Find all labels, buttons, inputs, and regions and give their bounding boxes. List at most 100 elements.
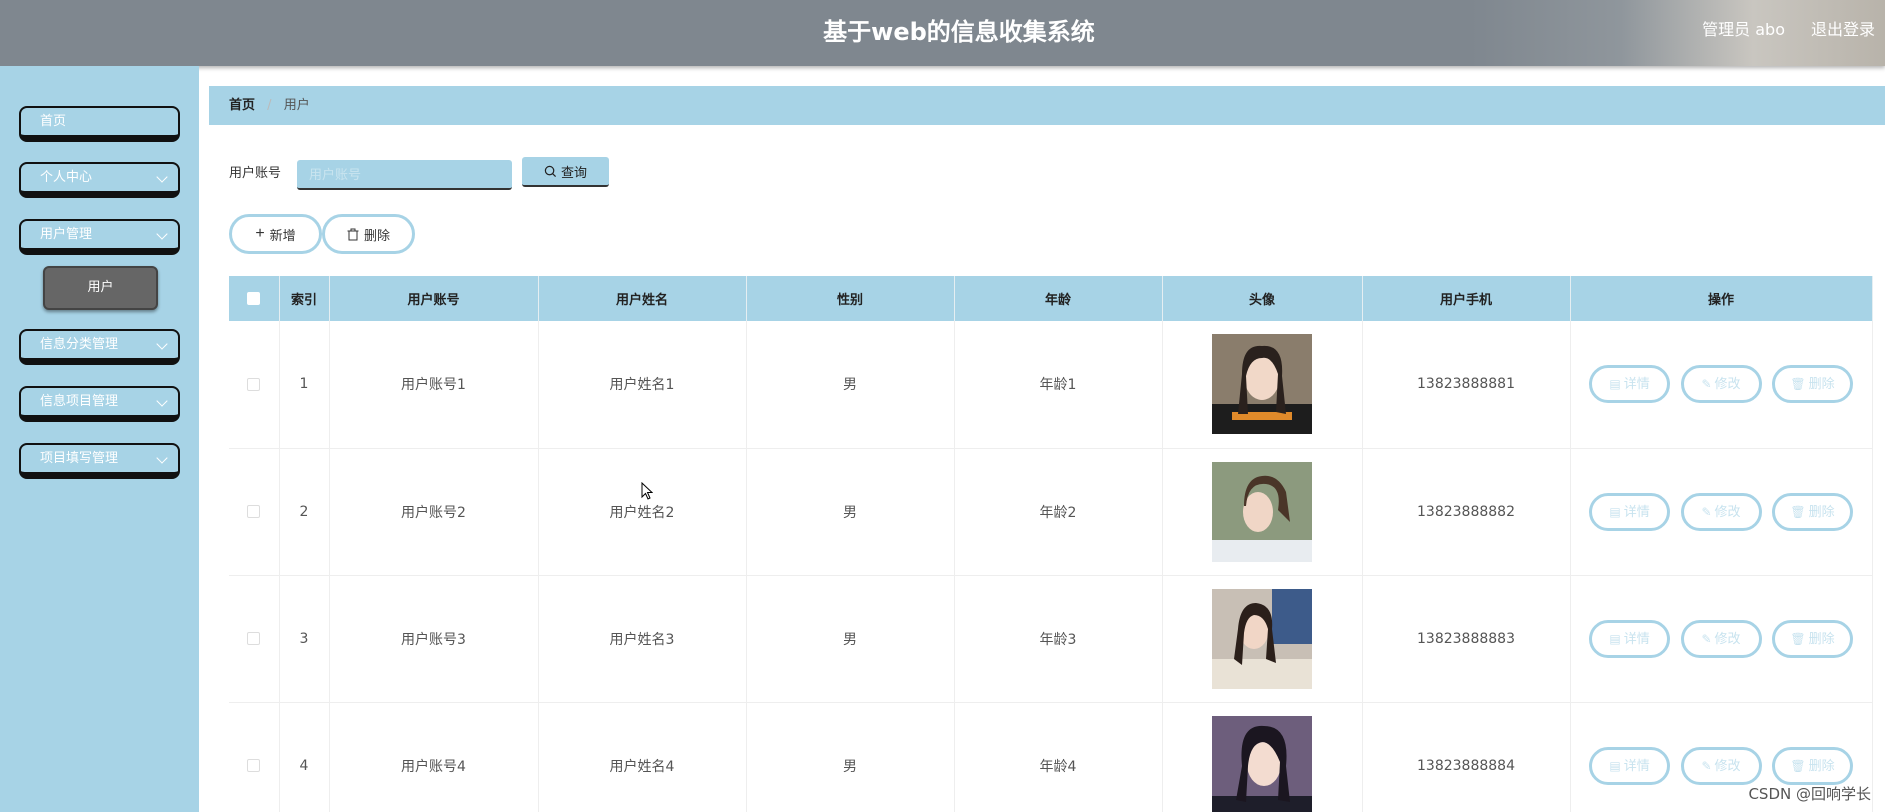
delete-label: 删除 bbox=[1808, 758, 1835, 774]
add-button-label: 新增 bbox=[269, 227, 296, 243]
sidebar-item-info-project[interactable]: 信息项目管理 bbox=[19, 386, 180, 422]
column-header: 索引 bbox=[279, 276, 330, 321]
cell-name: 用户姓名2 bbox=[538, 448, 747, 576]
cell-account: 用户账号3 bbox=[329, 575, 539, 703]
avatar-image bbox=[1212, 715, 1312, 812]
cell-age: 年龄3 bbox=[954, 575, 1163, 703]
trash-icon: 🗑 bbox=[1790, 377, 1806, 392]
edit-label: 修改 bbox=[1714, 758, 1741, 774]
chevron-down-icon bbox=[156, 452, 168, 464]
sidebar-item-label: 首页 bbox=[40, 114, 67, 129]
sidebar-item-info-category[interactable]: 信息分类管理 bbox=[19, 329, 180, 365]
pencil-icon: ✎ bbox=[1701, 758, 1712, 773]
watermark: CSDN @回响学长 bbox=[1748, 785, 1871, 803]
document-icon: ▤ bbox=[1609, 377, 1621, 392]
search-button-label: 查询 bbox=[560, 164, 587, 180]
breadcrumb: 首页 / 用户 bbox=[209, 86, 1885, 125]
row-checkbox[interactable] bbox=[247, 377, 261, 391]
document-icon: ▤ bbox=[1609, 758, 1621, 773]
search-button[interactable]: 查询 bbox=[522, 157, 609, 187]
cell-age: 年龄4 bbox=[954, 702, 1163, 812]
sidebar: 首页 个人中心 用户管理 用户 信息分类管理 信息项目管理 项目填写管理 bbox=[0, 66, 199, 812]
sidebar-subitem-user[interactable]: 用户 bbox=[43, 266, 158, 310]
search-input[interactable] bbox=[297, 160, 512, 190]
avatar-image bbox=[1212, 588, 1312, 689]
row-checkbox[interactable] bbox=[247, 632, 261, 645]
edit-button[interactable]: ✎ 修改 bbox=[1680, 365, 1762, 404]
document-icon: ▤ bbox=[1609, 504, 1621, 519]
document-icon: ▤ bbox=[1609, 631, 1621, 646]
bulk-delete-button[interactable]: 删除 bbox=[322, 214, 415, 254]
delete-button[interactable]: 🗑 删除 bbox=[1771, 365, 1853, 404]
cell-phone: 13823888881 bbox=[1362, 321, 1571, 449]
avatar-image bbox=[1212, 334, 1312, 435]
edit-button[interactable]: ✎ 修改 bbox=[1680, 619, 1762, 658]
sidebar-item-home[interactable]: 首页 bbox=[19, 106, 180, 142]
cell-gender: 男 bbox=[746, 321, 955, 449]
detail-button[interactable]: ▤ 详情 bbox=[1589, 492, 1671, 531]
row-checkbox[interactable] bbox=[247, 759, 261, 772]
column-header: 用户手机 bbox=[1362, 276, 1571, 321]
cell-phone: 13823888882 bbox=[1362, 448, 1571, 576]
edit-button[interactable]: ✎ 修改 bbox=[1680, 746, 1762, 785]
chevron-down-icon bbox=[156, 395, 168, 407]
cell-name: 用户姓名4 bbox=[538, 702, 747, 812]
current-user: 管理员 abo bbox=[1702, 20, 1785, 39]
trash-icon: 🗑 bbox=[1790, 504, 1806, 519]
sidebar-item-label: 信息分类管理 bbox=[40, 337, 119, 352]
detail-button[interactable]: ▤ 详情 bbox=[1589, 365, 1671, 404]
delete-button[interactable]: 🗑 删除 bbox=[1771, 492, 1853, 531]
delete-button[interactable]: 🗑 删除 bbox=[1771, 619, 1853, 658]
cell-gender: 男 bbox=[746, 448, 955, 576]
table-row: 3 用户账号3 用户姓名3 男 年龄3 13823888883 ▤ 详情 ✎ 修改 … bbox=[229, 575, 1873, 703]
column-header: 性别 bbox=[746, 276, 955, 321]
app-title: 基于web的信息收集系统 bbox=[823, 18, 1095, 46]
cell-gender: 男 bbox=[746, 575, 955, 703]
avatar-image bbox=[1212, 461, 1312, 562]
user-table: 索引 用户账号 用户姓名 性别 年龄 头像 用户手机 操作 1 用户账号1 用户… bbox=[229, 276, 1873, 812]
pencil-icon: ✎ bbox=[1701, 377, 1712, 392]
delete-label: 删除 bbox=[1808, 377, 1835, 393]
column-header: 用户账号 bbox=[329, 276, 539, 321]
select-all-checkbox[interactable] bbox=[247, 292, 261, 305]
mouse-cursor-icon bbox=[641, 482, 653, 500]
cell-account: 用户账号2 bbox=[329, 448, 539, 576]
sidebar-item-project-fill[interactable]: 项目填写管理 bbox=[19, 443, 180, 479]
chevron-down-icon bbox=[156, 171, 168, 183]
trash-icon: 🗑 bbox=[1790, 758, 1806, 773]
detail-label: 详情 bbox=[1623, 504, 1650, 520]
bulk-delete-label: 删除 bbox=[363, 227, 390, 243]
add-button[interactable]: + 新增 bbox=[229, 214, 322, 254]
edit-button[interactable]: ✎ 修改 bbox=[1680, 492, 1762, 531]
sidebar-item-label: 信息项目管理 bbox=[40, 394, 119, 409]
delete-label: 删除 bbox=[1808, 504, 1835, 520]
detail-label: 详情 bbox=[1623, 377, 1650, 393]
cell-phone: 13823888884 bbox=[1362, 702, 1571, 812]
edit-label: 修改 bbox=[1714, 631, 1741, 647]
sidebar-item-label: 个人中心 bbox=[40, 170, 93, 185]
cell-account: 用户账号4 bbox=[329, 702, 539, 812]
cell-account: 用户账号1 bbox=[329, 321, 539, 449]
pencil-icon: ✎ bbox=[1701, 504, 1712, 519]
detail-label: 详情 bbox=[1623, 631, 1650, 647]
edit-label: 修改 bbox=[1714, 377, 1741, 393]
cell-index: 3 bbox=[279, 575, 330, 703]
breadcrumb-home[interactable]: 首页 bbox=[229, 98, 255, 113]
detail-button[interactable]: ▤ 详情 bbox=[1589, 619, 1671, 658]
cell-name: 用户姓名3 bbox=[538, 575, 747, 703]
cell-age: 年龄2 bbox=[954, 448, 1163, 576]
sidebar-item-user-management[interactable]: 用户管理 bbox=[19, 219, 180, 255]
sidebar-item-label: 用户管理 bbox=[40, 227, 93, 242]
sidebar-item-personal-center[interactable]: 个人中心 bbox=[19, 162, 180, 198]
delete-button[interactable]: 🗑 删除 bbox=[1771, 746, 1853, 785]
edit-label: 修改 bbox=[1714, 504, 1741, 520]
table-row: 1 用户账号1 用户姓名1 男 年龄1 13823888881 ▤ 详情 ✎ 修改 … bbox=[229, 321, 1873, 449]
table-row: 2 用户账号2 用户姓名2 男 年龄2 13823888882 ▤ 详情 ✎ 修改 … bbox=[229, 448, 1873, 576]
logout-link[interactable]: 退出登录 bbox=[1811, 16, 1875, 40]
column-header: 年龄 bbox=[954, 276, 1163, 321]
select-all-cell bbox=[229, 276, 280, 321]
row-checkbox[interactable] bbox=[247, 505, 261, 518]
breadcrumb-current: 用户 bbox=[283, 98, 310, 113]
detail-button[interactable]: ▤ 详情 bbox=[1589, 746, 1671, 785]
cell-age: 年龄1 bbox=[954, 321, 1163, 449]
